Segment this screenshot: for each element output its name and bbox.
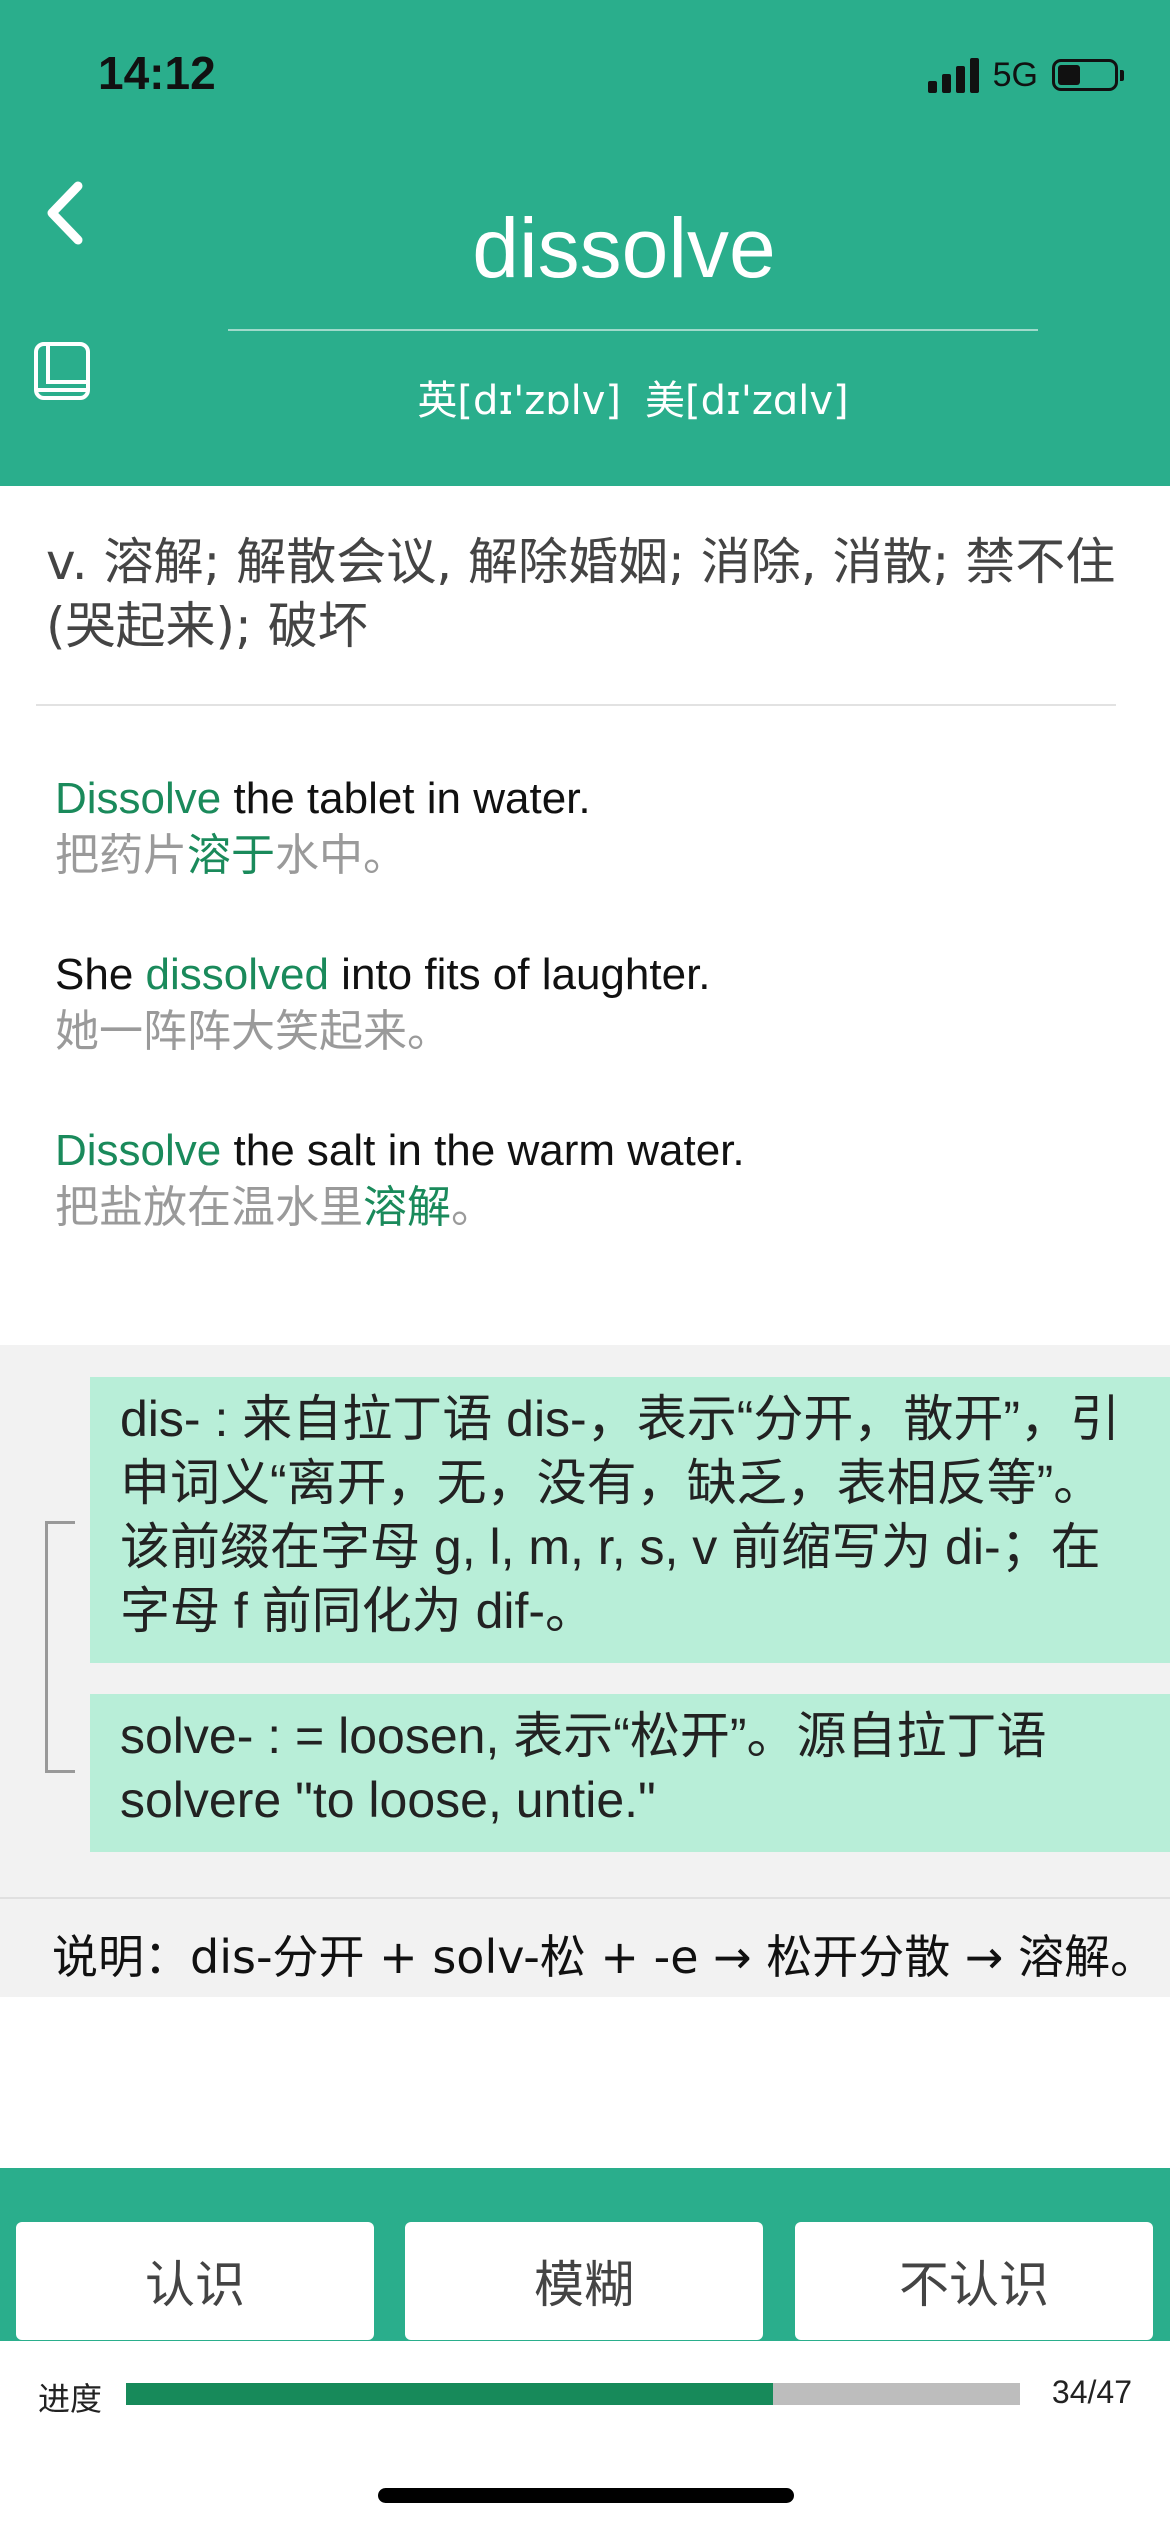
vague-button[interactable]: 模糊 [405,2222,763,2340]
progress-fill [126,2383,773,2405]
word-header: 14:12 5G dissolve 英[dɪ'zɒlv] 美[dɪ'zɑlv] [0,0,1170,486]
prefix-card: dis- : 来自拉丁语 dis-，表示“分开，散开”，引申词义“离开，无，没有… [90,1377,1170,1663]
example-item: Dissolve the tablet in water. 把药片溶于水中。 [55,770,1135,884]
unknown-button[interactable]: 不认识 [795,2222,1153,2340]
example-text: 水中。 [275,830,407,881]
highlighted-word: Dissolve [55,774,222,823]
example-chinese: 把药片溶于水中。 [55,828,1135,884]
chevron-left-icon [47,181,83,245]
example-english: Dissolve the tablet in water. [55,770,1135,828]
action-bar: 认识 模糊 不认识 [0,2168,1170,2341]
example-text: She [55,950,146,999]
progress-count: 34/47 [1051,2374,1132,2410]
example-text: 把药片 [55,830,187,881]
phonetics: 英[dɪ'zɒlv] 美[dɪ'zɑlv] [228,368,1038,426]
phonetic-us[interactable]: 美[dɪ'zɑlv] [645,378,849,424]
example-chinese: 她一阵阵大笑起来。 [55,1004,1135,1060]
progress-label: 进度 [38,2380,103,2418]
highlighted-word: Dissolve [55,1126,222,1175]
example-text: the tablet in water. [221,774,591,823]
example-chinese: 把盐放在温水里溶解。 [55,1180,1135,1236]
example-item: She dissolved into fits of laughter. 她一阵阵… [55,946,1135,1060]
example-text: the salt in the warm water. [221,1126,745,1175]
example-english: She dissolved into fits of laughter. [55,946,1135,1004]
status-indicators: 5G [927,52,1124,98]
word-divider [228,329,1038,331]
explanation-bar: 说明：dis-分开 + solv-松 + -e → 松开分散 → 溶解。 [0,1897,1170,1997]
word-title: dissolve [472,201,776,295]
example-text: 她一阵阵大笑起来。 [55,1006,451,1057]
notebook-button[interactable] [30,338,96,404]
back-button[interactable] [38,178,98,248]
definition-text: v. 溶解; 解散会议, 解除婚姻; 消除, 消散; 禁不住 (哭起来); 破坏 [46,533,1116,655]
example-list: Dissolve the tablet in water. 把药片溶于水中。 She… [55,770,1135,1298]
root-card: solve- : = loosen, 表示“松开”。源自拉丁语 solvere … [90,1694,1170,1852]
example-text: into fits of laughter. [328,950,711,999]
network-type: 5G [992,55,1038,94]
definition-divider [36,704,1116,706]
example-text: 。 [451,1182,495,1233]
know-button[interactable]: 认识 [16,2222,374,2340]
explanation-text: 说明：dis-分开 + solv-松 + -e → 松开分散 → 溶解。 [52,1930,1157,1984]
home-indicator[interactable] [378,2488,794,2503]
progress-bar [126,2383,1020,2405]
highlighted-word: 溶解 [363,1182,451,1233]
book-icon [34,342,90,400]
status-time: 14:12 [98,47,216,99]
signal-icon [927,57,979,93]
example-text: 把盐放在温水里 [55,1182,363,1233]
phonetic-uk[interactable]: 英[dɪ'zɒlv] [417,378,621,424]
example-english: Dissolve the salt in the warm water. [55,1122,1135,1180]
morpheme-bracket [45,1521,75,1773]
battery-icon [1052,59,1124,91]
highlighted-word: 溶于 [187,830,275,881]
example-item: Dissolve the salt in the warm water. 把盐放在… [55,1122,1135,1236]
highlighted-word: dissolved [145,950,329,999]
